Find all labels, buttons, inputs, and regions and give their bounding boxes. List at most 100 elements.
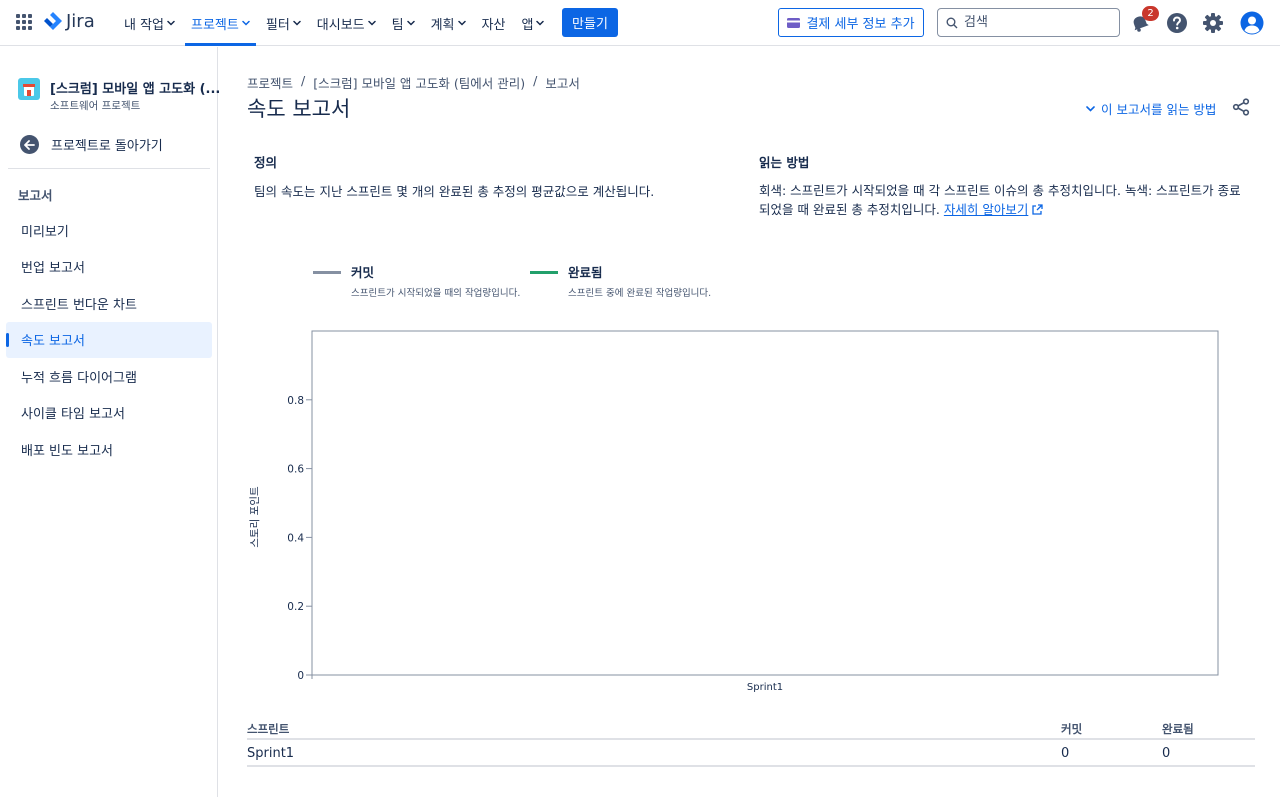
nav-item[interactable]: 앱: [513, 0, 552, 46]
sidebar-item[interactable]: 번업 보고서: [6, 249, 212, 286]
nav-items: 내 작업 프로젝트 필터 대시보드 팀 계획 자산 앱: [116, 0, 552, 46]
sidebar-report-list: 미리보기번업 보고서스프린트 번다운 차트속도 보고서누적 흐름 다이어그램사이…: [6, 212, 212, 468]
nav-item[interactable]: 프로젝트: [183, 0, 258, 46]
nav-item-label: 대시보드: [316, 17, 365, 33]
breadcrumb-separator: /: [533, 73, 538, 88]
cell-commit: 0: [1061, 746, 1070, 761]
external-link-icon[interactable]: [1032, 204, 1043, 215]
y-tick-label: 0: [297, 670, 304, 682]
chevron-down-icon: [536, 20, 545, 26]
nav-item[interactable]: 필터: [258, 0, 309, 46]
chevron-down-icon: [367, 20, 376, 26]
header-sprint: 스프린트: [247, 722, 290, 736]
sidebar-item-label: 번업 보고서: [21, 261, 85, 277]
nav-item-label: 앱: [521, 17, 534, 33]
reading-text: 회색: 스프린트가 시작되었을 때 각 스프린트 이슈의 총 추정치입니다. 녹…: [759, 181, 1249, 219]
project-header[interactable]: [스크럼] 모바일 앱 고도화 (... 소프트웨어 프로젝트: [18, 78, 220, 113]
y-axis-label: 스토리 포인트: [249, 486, 261, 548]
nav-item[interactable]: 팀: [384, 0, 423, 46]
header-commit: 커밋: [1061, 722, 1083, 736]
jira-logo-icon: [44, 11, 62, 30]
app-switcher-icon[interactable]: [16, 14, 32, 30]
breadcrumb: 프로젝트 / [스크럼] 모바일 앱 고도화 (팀에서 관리) / 보고서: [247, 73, 580, 92]
definition-text: 팀의 속도는 지난 스프린트 몇 개의 완료된 총 추정의 평균값으로 계산됩니…: [254, 184, 655, 199]
sidebar-item[interactable]: 배포 빈도 보고서: [6, 431, 212, 468]
nav-item[interactable]: 대시보드: [309, 0, 384, 46]
billing-label: 결제 세부 정보 추가: [806, 17, 915, 32]
credit-card-icon: [787, 17, 801, 28]
sidebar-item[interactable]: 스프린트 번다운 차트: [6, 285, 212, 322]
legend-desc: 스프린트 중에 완료된 작업량입니다.: [568, 288, 712, 299]
sidebar-item-label: 스프린트 번다운 차트: [21, 297, 137, 313]
legend-swatch-done: [530, 271, 558, 274]
arrow-left-icon: [20, 135, 39, 154]
y-tick-label: 0.4: [287, 532, 304, 544]
nav-item[interactable]: 내 작업: [116, 0, 183, 46]
sprint-table: 스프린트 커밋 완료됨 Sprint1 0 0: [247, 716, 1255, 767]
notification-badge: 2: [1142, 6, 1159, 21]
breadcrumb-item[interactable]: 프로젝트: [247, 73, 293, 92]
sidebar: [스크럼] 모바일 앱 고도화 (... 소프트웨어 프로젝트 프로젝트로 돌아…: [0, 47, 220, 797]
cell-done: 0: [1162, 746, 1171, 761]
y-tick-label: 0.8: [287, 395, 304, 407]
add-billing-button[interactable]: 결제 세부 정보 추가: [778, 8, 924, 37]
search-input[interactable]: [964, 15, 1104, 30]
project-avatar-icon: [18, 78, 40, 100]
sidebar-divider: [8, 168, 210, 169]
settings-gear-icon[interactable]: [1202, 12, 1224, 34]
chevron-down-icon: [293, 20, 301, 26]
breadcrumb-item[interactable]: [스크럼] 모바일 앱 고도화 (팀에서 관리): [313, 73, 525, 92]
page-title: 속도 보고서: [247, 97, 351, 121]
sidebar-item-label: 미리보기: [21, 224, 69, 240]
chevron-down-icon: [406, 20, 415, 26]
sidebar-item-label: 배포 빈도 보고서: [21, 443, 113, 459]
search-icon: [946, 17, 958, 28]
learn-more-label: 자세히 알아보기: [943, 202, 1029, 217]
user-avatar-icon[interactable]: [1240, 11, 1264, 35]
project-title: [스크럼] 모바일 앱 고도화 (...: [50, 82, 221, 97]
nav-item-label: 자산: [481, 17, 506, 33]
sidebar-item-label: 누적 흐름 다이어그램: [21, 370, 137, 386]
sidebar-section-title: 보고서: [18, 188, 53, 203]
jira-logo[interactable]: Jira: [44, 11, 95, 32]
chevron-down-icon: [242, 20, 250, 26]
how-to-read-label: 이 보고서를 읽는 방법: [1101, 102, 1217, 117]
search-box[interactable]: [937, 8, 1120, 37]
nav-item-label: 내 작업: [124, 17, 165, 33]
chevron-down-icon: [167, 20, 175, 26]
nav-item[interactable]: 자산: [474, 0, 514, 46]
plot-frame: [311, 330, 1219, 676]
learn-more-link[interactable]: 자세히 알아보기: [944, 202, 1028, 217]
sidebar-item[interactable]: 사이클 타임 보고서: [6, 395, 212, 432]
legend-desc: 스프린트가 시작되었을 때의 작업량입니다.: [351, 288, 521, 299]
nav-item-label: 팀: [391, 17, 404, 33]
legend-name: 완료됨: [568, 265, 603, 280]
breadcrumb-separator: /: [301, 73, 306, 88]
share-icon[interactable]: [1232, 98, 1250, 116]
help-icon[interactable]: [1166, 12, 1188, 34]
how-to-read-toggle[interactable]: 이 보고서를 읽는 방법: [1086, 99, 1216, 118]
y-tick-label: 0.6: [287, 464, 304, 476]
nav-item-label: 계획: [430, 17, 455, 33]
y-tick-label: 0.2: [287, 601, 304, 613]
nav-item-label: 프로젝트: [191, 17, 239, 33]
table-header: 스프린트 커밋 완료됨: [247, 716, 1255, 740]
header-done: 완료됨: [1162, 722, 1194, 736]
legend-commit: 커밋 스프린트가 시작되었을 때의 작업량입니다.: [313, 262, 520, 299]
nav-item[interactable]: 계획: [423, 0, 474, 46]
nav-item-label: 필터: [265, 17, 290, 33]
sidebar-item[interactable]: 누적 흐름 다이어그램: [6, 358, 212, 395]
breadcrumb-item[interactable]: 보고서: [545, 73, 580, 92]
legend-name: 커밋: [351, 265, 375, 280]
sidebar-item[interactable]: 속도 보고서: [6, 321, 212, 358]
top-navigation: Jira 내 작업 프로젝트 필터 대시보드 팀 계획 자산 앱 만들기 결제 세부 정보 추…: [0, 0, 1280, 46]
cell-sprint: Sprint1: [247, 746, 295, 761]
chevron-down-icon: [457, 20, 466, 26]
definition-heading: 정의: [254, 155, 278, 170]
back-to-projects-link[interactable]: 프로젝트로 돌아가기: [20, 135, 163, 154]
sidebar-item-label: 속도 보고서: [21, 334, 85, 350]
logo-text: Jira: [66, 11, 95, 32]
sidebar-item[interactable]: 미리보기: [6, 212, 212, 249]
create-button[interactable]: 만들기: [562, 8, 618, 37]
velocity-chart: 0 0.2 0.4 0.6 0.8 Sprint1 스토리 포인트: [249, 330, 1219, 693]
